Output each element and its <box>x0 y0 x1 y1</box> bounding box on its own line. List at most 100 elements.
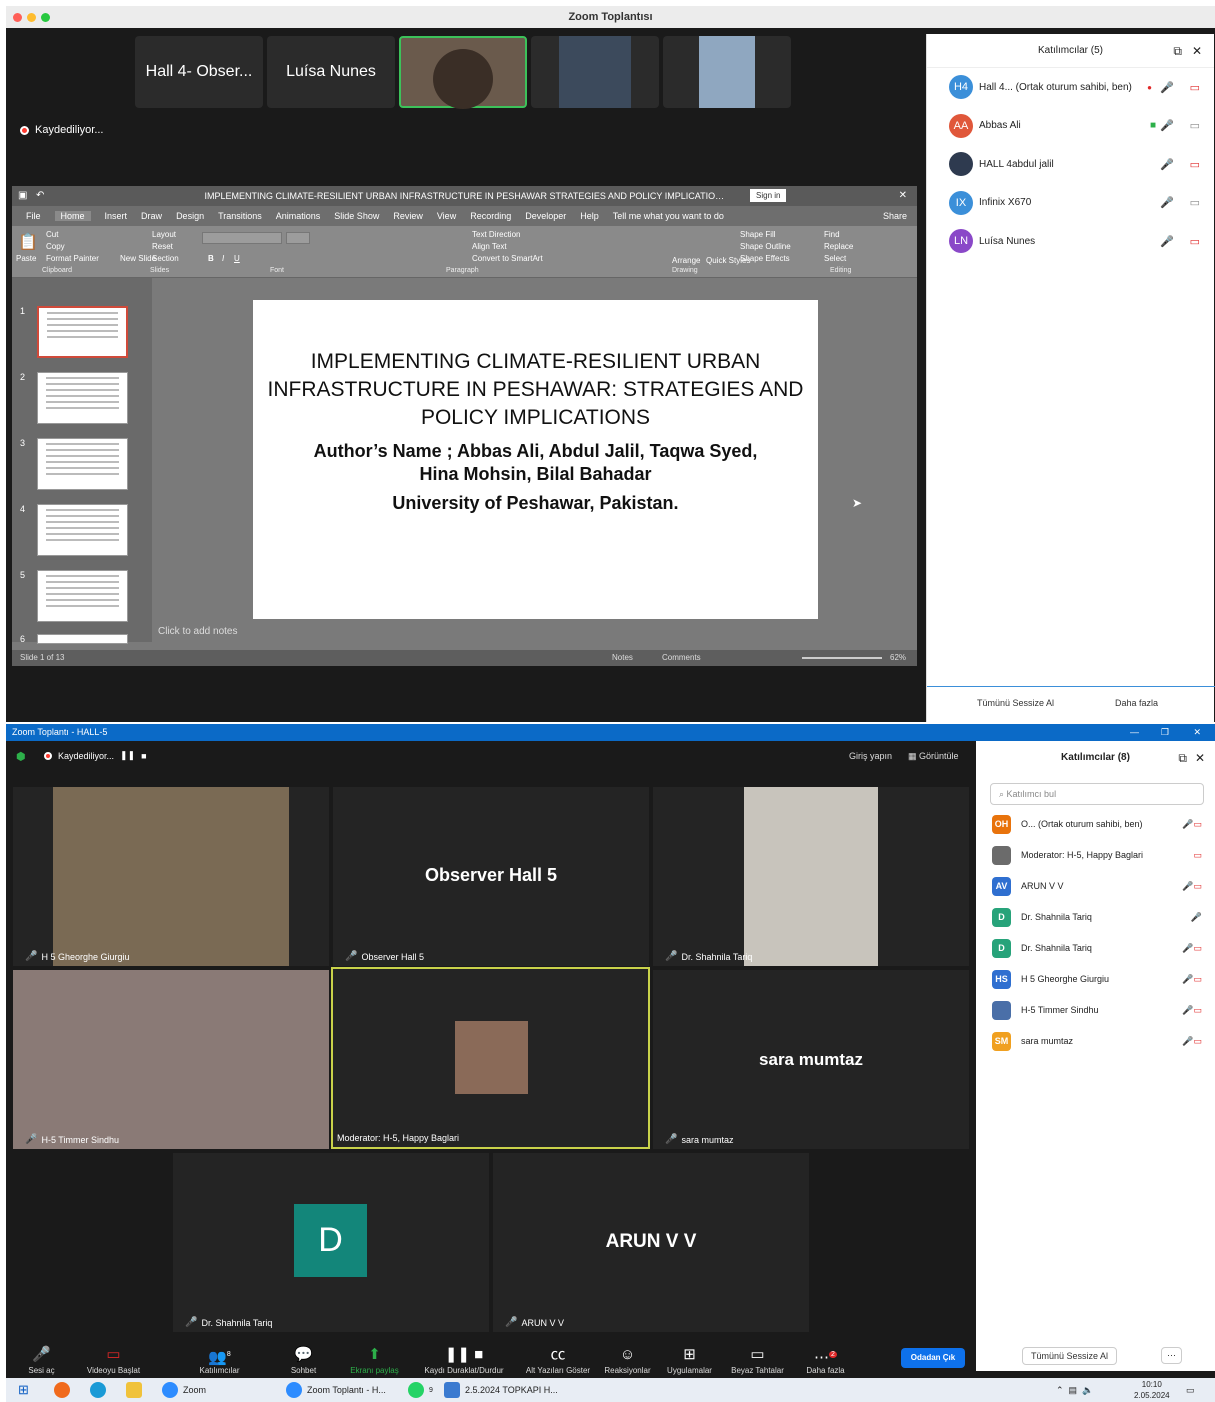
slide-thumb-1[interactable] <box>37 306 128 358</box>
participant-row[interactable]: OH O... (Ortak oturum sahibi, ben) 🎤▭ <box>992 814 1202 834</box>
ppt-share-button[interactable]: Share <box>883 211 907 221</box>
unmute-button[interactable]: 🎤 Sesi aç <box>6 1344 79 1375</box>
mute-all-button[interactable]: Tümünü Sessize Al <box>1022 1347 1118 1365</box>
pause-recording-button[interactable]: ❚❚ ■ Kaydı Duraklat/Durdur <box>424 1344 504 1375</box>
replace-button[interactable]: Replace <box>824 242 853 251</box>
select-button[interactable]: Select <box>824 254 846 263</box>
new-slide-button[interactable]: New Slide <box>120 254 156 263</box>
notifications-button[interactable]: ▭ <box>1186 1382 1195 1398</box>
shield-icon[interactable]: ⬢ <box>16 750 26 763</box>
video-tile-observer[interactable]: Observer Hall 5 🎤 Observer Hall 5 <box>333 787 649 966</box>
participant-row[interactable]: AA Abbas Ali ■ 🎤 ▭ <box>927 107 1214 146</box>
more-button[interactable]: Daha fazla <box>1107 695 1167 711</box>
minimize-icon[interactable]: — <box>1130 724 1139 741</box>
edge-button[interactable] <box>90 1382 106 1398</box>
reset-button[interactable]: Reset <box>152 242 173 251</box>
font-size-box[interactable] <box>286 232 310 244</box>
find-button[interactable]: Find <box>824 230 840 239</box>
participant-row[interactable]: D Dr. Shahnila Tariq 🎤▭ <box>992 938 1202 958</box>
slide-thumb-3[interactable] <box>37 438 128 490</box>
zoom-slider[interactable] <box>802 657 882 659</box>
cut-button[interactable]: Cut <box>46 230 58 239</box>
chat-button[interactable]: 💬 Sohbet <box>266 1344 341 1375</box>
tab-slide-show[interactable]: Slide Show <box>334 211 379 221</box>
video-tile-hall4[interactable]: Hall 4- Obser... <box>135 36 263 108</box>
smartart-button[interactable]: Convert to SmartArt <box>472 254 543 263</box>
taskbar-zoom-meeting[interactable]: Zoom Toplantı - H... <box>286 1382 386 1398</box>
italic-icon[interactable]: I <box>222 254 224 263</box>
mic-off-icon[interactable]: 🎤 <box>1160 235 1174 248</box>
more-options-button[interactable]: ⋯ <box>1161 1347 1182 1364</box>
arrange-button[interactable]: Arrange <box>672 256 700 265</box>
participant-row[interactable]: H4 Hall 4... (Ortak oturum sahibi, ben) ● 🎤… <box>927 68 1214 107</box>
video-tile-speaker[interactable] <box>399 36 527 109</box>
tell-me-input[interactable]: Tell me what you want to do <box>613 211 724 221</box>
participant-row[interactable]: AV ARUN V V 🎤▭ <box>992 876 1202 896</box>
mic-off-icon[interactable]: 🎤 <box>1160 81 1174 94</box>
mic-off-icon[interactable]: 🎤▭ <box>1182 1005 1202 1016</box>
ppt-sign-in-button[interactable]: Sign in <box>750 189 787 202</box>
font-name-box[interactable] <box>202 232 282 244</box>
participant-row[interactable]: HALL 4abdul jalil 🎤 ▭ <box>927 145 1214 184</box>
mic-off-icon[interactable]: 🎤▭ <box>1182 1036 1202 1047</box>
mic-icon[interactable]: 🎤 <box>1160 119 1174 132</box>
text-direction-button[interactable]: Text Direction <box>472 230 520 239</box>
tab-developer[interactable]: Developer <box>525 211 566 221</box>
section-button[interactable]: Section <box>152 254 179 263</box>
participant-search-input[interactable]: ⌕ Katılımcı bul <box>990 783 1204 805</box>
underline-icon[interactable]: U <box>234 254 240 263</box>
participant-row[interactable]: HS H 5 Gheorghe Giurgiu 🎤▭ <box>992 969 1202 989</box>
zoom-dot-icon[interactable] <box>41 13 50 22</box>
slide-thumb-6[interactable] <box>37 634 128 644</box>
camera-off-icon[interactable]: ▭ <box>1190 158 1200 171</box>
file-explorer-button[interactable] <box>126 1382 142 1398</box>
maximize-icon[interactable]: ❐ <box>1161 724 1169 741</box>
minimize-dot-icon[interactable] <box>27 13 36 22</box>
mic-off-icon[interactable]: 🎤 <box>1160 196 1174 209</box>
sign-in-link[interactable]: Giriş yapın <box>849 751 892 761</box>
mic-off-icon[interactable]: 🎤 <box>1191 912 1202 923</box>
video-tile-sara[interactable]: sara mumtaz 🎤 sara mumtaz <box>653 970 969 1149</box>
slide-thumb-4[interactable] <box>37 504 128 556</box>
whiteboards-button[interactable]: ▭ Beyaz Tahtalar <box>720 1344 795 1375</box>
slide-thumb-5[interactable] <box>37 570 128 622</box>
video-tile-blank[interactable] <box>531 36 659 108</box>
start-video-button[interactable]: ▭ Videoyu Başlat <box>76 1344 151 1375</box>
camera-icon[interactable]: ▭ <box>1190 119 1200 132</box>
camera-off-icon[interactable]: ▭ <box>1190 81 1200 94</box>
taskbar-zoom[interactable]: Zoom <box>162 1382 206 1398</box>
align-text-button[interactable]: Align Text <box>472 242 507 251</box>
tab-recording[interactable]: Recording <box>470 211 511 221</box>
tab-transitions[interactable]: Transitions <box>218 211 262 221</box>
video-tile-arun[interactable]: ARUN V V 🎤 ARUN V V <box>493 1153 809 1332</box>
view-button[interactable]: ▦ Görüntüle <box>908 751 959 762</box>
notes-button[interactable]: Notes <box>612 650 633 666</box>
tab-help[interactable]: Help <box>580 211 599 221</box>
firefox-button[interactable] <box>54 1382 70 1398</box>
participant-row[interactable]: SM sara mumtaz 🎤▭ <box>992 1031 1202 1051</box>
video-tile-gheorghe[interactable]: 🎤 H 5 Gheorghe Giurgiu <box>13 787 329 966</box>
captions-button[interactable]: ㏄ Alt Yazıları Göster <box>518 1344 598 1375</box>
system-tray[interactable]: ⌃ ▤ 🔈 <box>1056 1382 1093 1398</box>
mute-all-button[interactable]: Tümünü Sessize Al <box>969 695 1063 711</box>
tab-file[interactable]: File <box>26 211 41 221</box>
shape-fill-button[interactable]: Shape Fill <box>740 230 776 239</box>
taskbar-powerpoint[interactable]: 2.5.2024 TOPKAPI H... <box>444 1382 558 1398</box>
close-dot-icon[interactable] <box>13 13 22 22</box>
mic-off-icon[interactable]: 🎤▭ <box>1182 943 1202 954</box>
tab-animations[interactable]: Animations <box>276 211 321 221</box>
layout-button[interactable]: Layout <box>152 230 176 239</box>
leave-button[interactable]: Odadan Çık <box>901 1348 965 1368</box>
copy-button[interactable]: Copy <box>46 242 65 251</box>
save-icon[interactable]: ▣ <box>18 186 27 206</box>
comments-button[interactable]: Comments <box>662 650 701 666</box>
close-icon[interactable]: ✕ <box>1195 741 1205 775</box>
mic-off-icon[interactable]: 🎤 <box>1160 158 1174 171</box>
tab-review[interactable]: Review <box>393 211 423 221</box>
video-tile-timmer[interactable]: 🎤 H-5 Timmer Sindhu <box>13 970 329 1149</box>
video-tile-luisa[interactable]: Luísa Nunes <box>267 36 395 108</box>
slide-thumb-2[interactable] <box>37 372 128 424</box>
mic-off-icon[interactable]: 🎤▭ <box>1182 819 1202 830</box>
shape-outline-button[interactable]: Shape Outline <box>740 242 791 251</box>
zoom-level[interactable]: 62% <box>890 650 906 666</box>
